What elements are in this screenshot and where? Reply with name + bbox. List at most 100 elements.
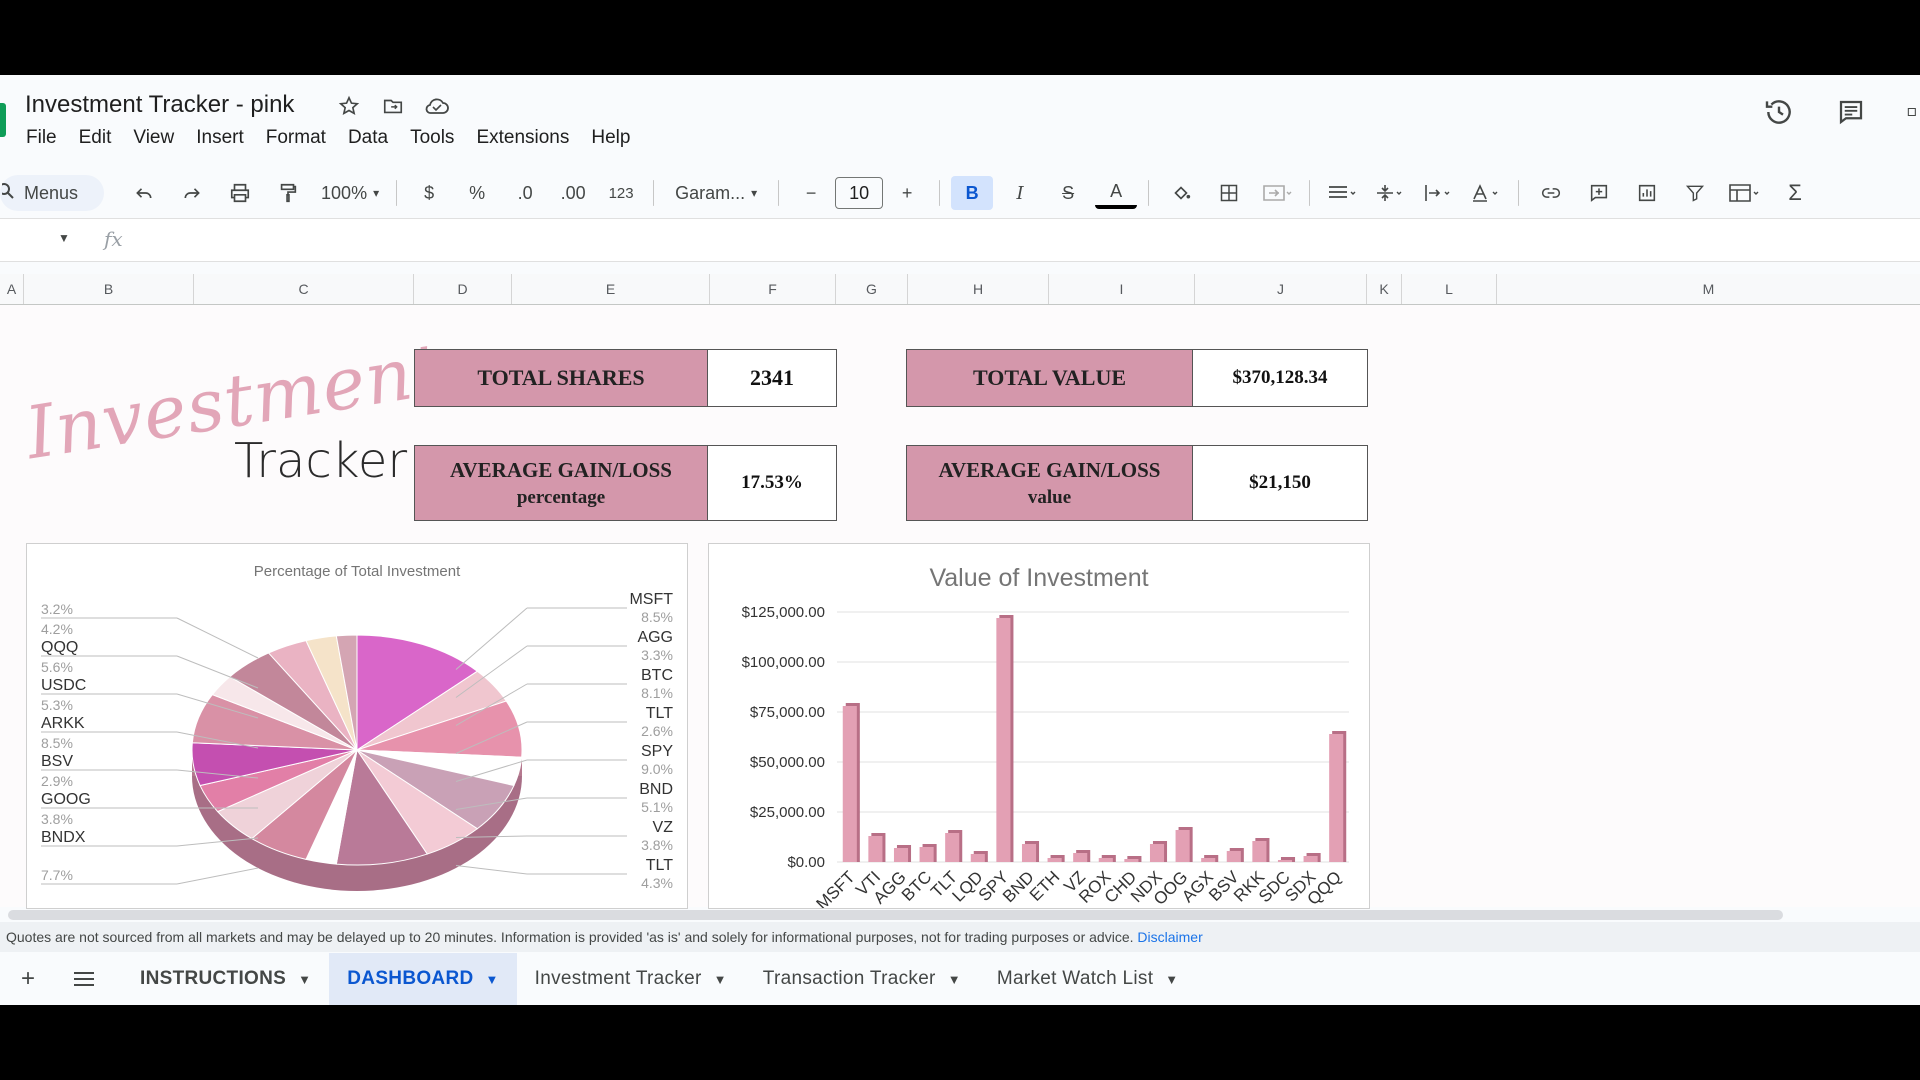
filter-views-icon[interactable]: [1722, 176, 1768, 210]
kpi-total-shares[interactable]: TOTAL SHARES 2341: [414, 349, 837, 407]
bar[interactable]: [1149, 844, 1165, 862]
text-color-button[interactable]: A: [1095, 177, 1138, 209]
column-header-g[interactable]: G: [836, 274, 908, 304]
menu-format[interactable]: Format: [266, 127, 326, 149]
functions-button[interactable]: Σ: [1774, 176, 1816, 210]
all-sheets-icon[interactable]: [56, 959, 112, 999]
font-size-input[interactable]: 10: [835, 177, 884, 209]
insert-chart-icon[interactable]: [1626, 176, 1668, 210]
column-header-a[interactable]: A: [0, 274, 24, 304]
bar[interactable]: [1124, 859, 1139, 862]
undo-icon[interactable]: [123, 176, 165, 210]
text-wrapping-icon[interactable]: [1417, 176, 1459, 210]
pie-chart[interactable]: Percentage of Total Investment 3.2% QQQ 4.2…: [26, 543, 688, 909]
filter-icon[interactable]: [1674, 176, 1716, 210]
tab-dashboard[interactable]: DASHBOARD ▼: [329, 953, 517, 1005]
column-header-i[interactable]: I: [1049, 274, 1195, 304]
column-header-j[interactable]: J: [1195, 274, 1367, 304]
bar[interactable]: [1073, 853, 1088, 862]
menu-insert[interactable]: Insert: [196, 127, 244, 149]
search-menus[interactable]: Menus: [0, 175, 105, 211]
kpi-total-value[interactable]: TOTAL VALUE $370,128.34: [906, 349, 1368, 407]
increase-font-size-button[interactable]: +: [886, 176, 928, 210]
horizontal-align-icon[interactable]: [1321, 176, 1363, 210]
column-header-h[interactable]: H: [908, 274, 1049, 304]
insert-comment-icon[interactable]: [1578, 176, 1620, 210]
menu-help[interactable]: Help: [591, 127, 630, 149]
bar-chart[interactable]: Value of Investment $0.00 $25,000.00 $50,00…: [708, 543, 1370, 909]
column-header-c[interactable]: C: [194, 274, 414, 304]
column-header-d[interactable]: D: [414, 274, 512, 304]
zoom-select[interactable]: 100%: [315, 176, 385, 210]
sheet-grid[interactable]: Investment Tracker TOTAL SHARES 2341 TOT…: [0, 305, 1920, 909]
bar[interactable]: [893, 848, 909, 862]
column-header-b[interactable]: B: [24, 274, 194, 304]
bar[interactable]: [842, 706, 857, 862]
currency-format-button[interactable]: $: [408, 176, 450, 210]
kpi-average-gain-loss-percentage[interactable]: AVERAGE GAIN/LOSS percentage 17.53%: [414, 445, 837, 521]
bar[interactable]: [1175, 830, 1190, 862]
bar[interactable]: [1021, 844, 1037, 862]
decrease-font-size-button[interactable]: −: [790, 176, 832, 210]
redo-icon[interactable]: [171, 176, 213, 210]
tab-transaction-tracker[interactable]: Transaction Tracker ▼: [745, 953, 979, 1005]
tab-menu-icon[interactable]: ▼: [1165, 972, 1178, 987]
column-header-m[interactable]: M: [1497, 274, 1920, 304]
insert-link-icon[interactable]: [1530, 176, 1572, 210]
star-icon[interactable]: [336, 93, 362, 119]
more-formats-button[interactable]: 123: [600, 176, 642, 210]
bar[interactable]: [1277, 860, 1293, 862]
version-history-icon[interactable]: [1762, 95, 1796, 129]
menu-edit[interactable]: Edit: [79, 127, 112, 149]
move-folder-icon[interactable]: [380, 93, 406, 119]
bar[interactable]: [1329, 734, 1344, 862]
increase-decimal-button[interactable]: .00: [552, 176, 594, 210]
bar[interactable]: [1047, 858, 1062, 862]
tab-menu-icon[interactable]: ▼: [714, 972, 727, 987]
percent-format-button[interactable]: %: [456, 176, 498, 210]
column-header-e[interactable]: E: [512, 274, 710, 304]
tab-market-watch-list[interactable]: Market Watch List ▼: [979, 953, 1197, 1005]
text-rotation-icon[interactable]: [1465, 176, 1507, 210]
font-family-select[interactable]: Garam...: [665, 176, 767, 210]
bar[interactable]: [1201, 858, 1216, 862]
borders-icon[interactable]: [1208, 176, 1250, 210]
menu-tools[interactable]: Tools: [410, 127, 454, 149]
sheets-logo-icon[interactable]: [0, 103, 6, 137]
bar[interactable]: [1098, 858, 1113, 862]
tab-menu-icon[interactable]: ▼: [298, 972, 311, 987]
menu-extensions[interactable]: Extensions: [476, 127, 569, 149]
tab-instructions[interactable]: INSTRUCTIONS ▼: [122, 953, 329, 1005]
bar[interactable]: [996, 618, 1011, 862]
name-box-dropdown-icon[interactable]: ▼: [58, 231, 70, 245]
column-header-l[interactable]: L: [1402, 274, 1497, 304]
column-header-f[interactable]: F: [710, 274, 836, 304]
kpi-average-gain-loss-value[interactable]: AVERAGE GAIN/LOSS value $21,150: [906, 445, 1368, 521]
bar[interactable]: [945, 833, 960, 862]
column-header-k[interactable]: K: [1367, 274, 1402, 304]
comments-icon[interactable]: [1834, 95, 1868, 129]
bar[interactable]: [1303, 856, 1318, 862]
bold-button[interactable]: B: [951, 176, 994, 210]
strikethrough-button[interactable]: S: [1047, 176, 1089, 210]
vertical-align-icon[interactable]: [1369, 176, 1411, 210]
merge-cells-icon[interactable]: [1256, 176, 1298, 210]
bar[interactable]: [868, 836, 883, 862]
tab-menu-icon[interactable]: ▼: [948, 972, 961, 987]
bar[interactable]: [970, 854, 985, 862]
menu-file[interactable]: File: [26, 127, 57, 149]
meet-icon[interactable]: [1906, 95, 1920, 129]
disclaimer-link[interactable]: Disclaimer: [1137, 929, 1202, 945]
bar[interactable]: [1226, 851, 1241, 862]
fill-color-icon[interactable]: [1160, 176, 1202, 210]
tab-investment-tracker[interactable]: Investment Tracker ▼: [517, 953, 745, 1005]
bar[interactable]: [1252, 841, 1267, 862]
document-title[interactable]: Investment Tracker - pink: [25, 91, 294, 119]
horizontal-scrollbar[interactable]: [8, 910, 1783, 920]
cloud-status-icon[interactable]: [424, 93, 450, 119]
tab-menu-icon[interactable]: ▼: [485, 972, 498, 987]
decrease-decimal-button[interactable]: .0: [504, 176, 546, 210]
menu-view[interactable]: View: [133, 127, 174, 149]
print-icon[interactable]: [219, 176, 261, 210]
bar[interactable]: [919, 847, 934, 862]
